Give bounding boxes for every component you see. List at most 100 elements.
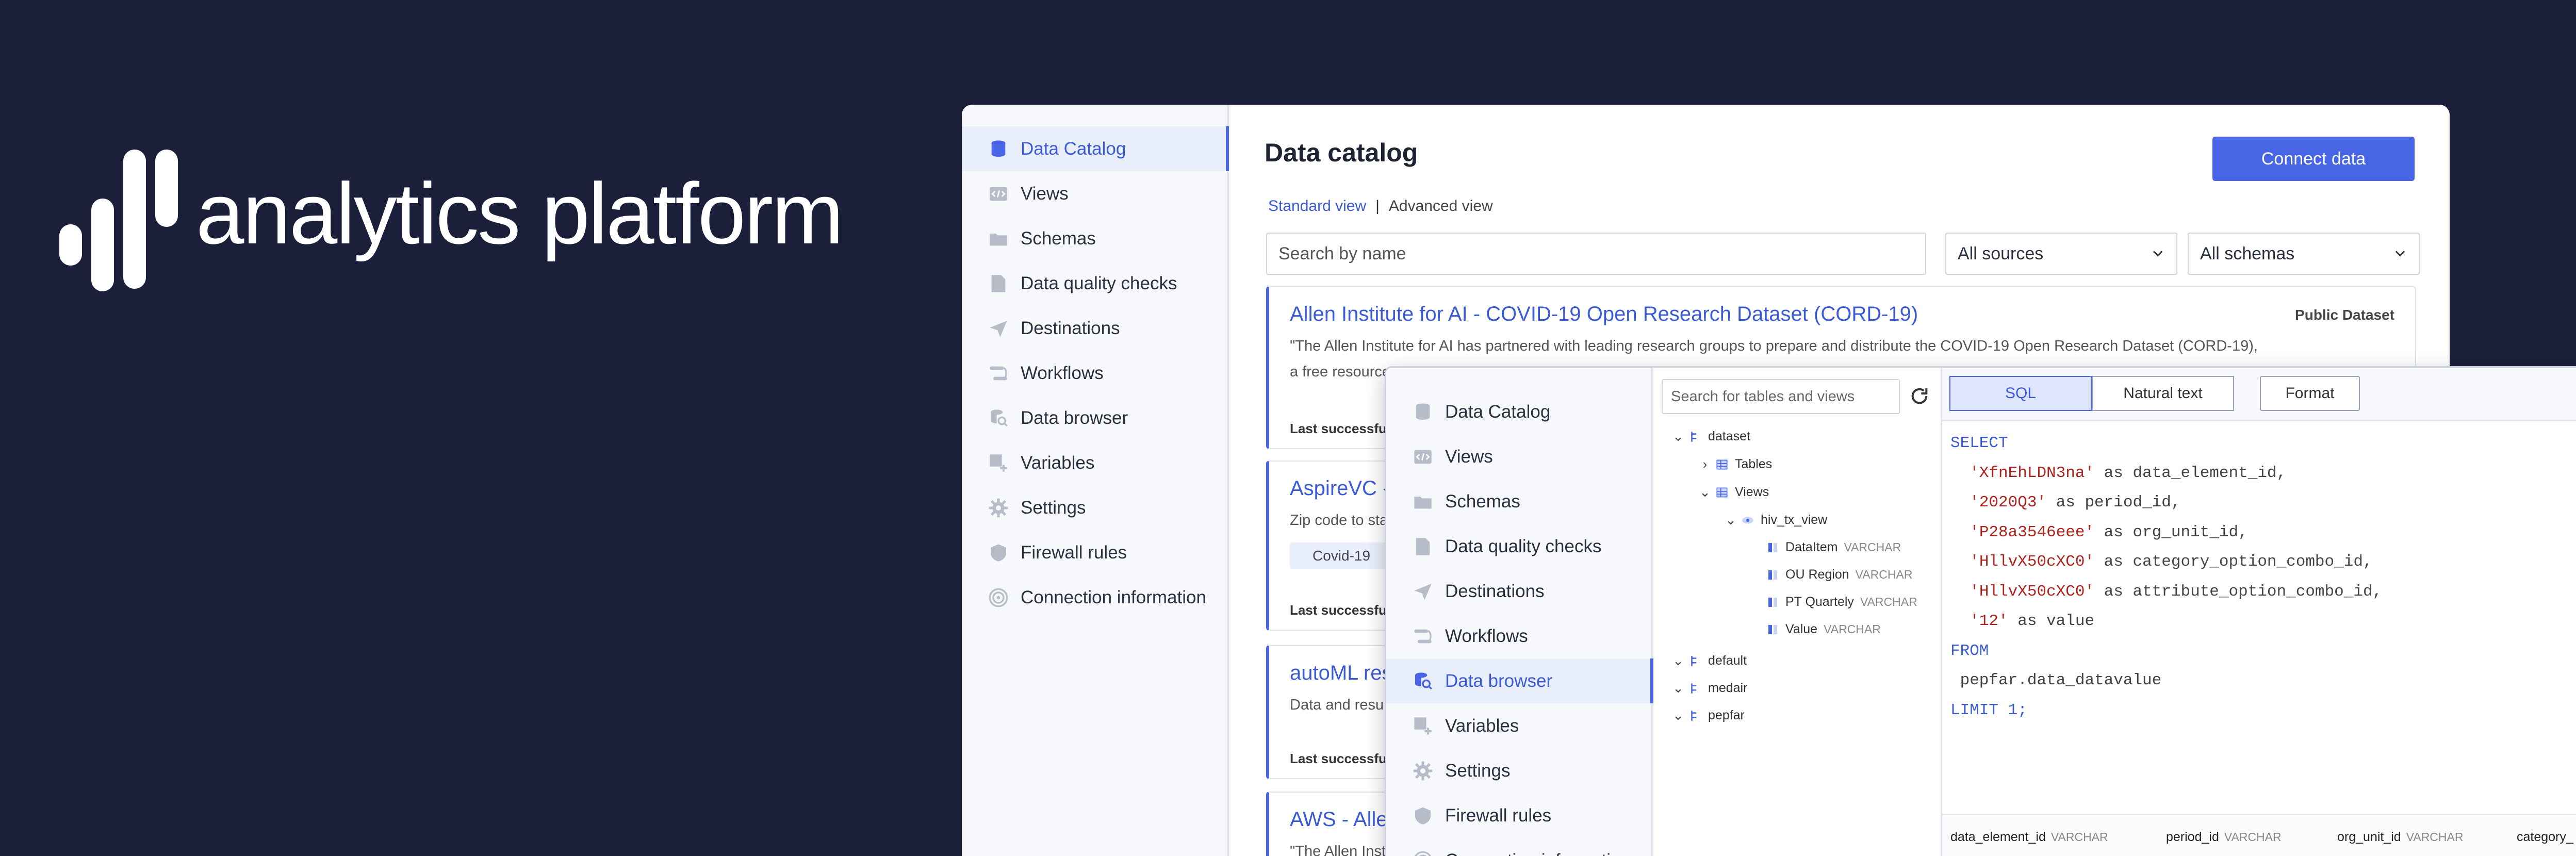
sidebar-item-data-quality[interactable]: Data quality checks — [962, 261, 1227, 306]
code-view-icon — [1412, 446, 1434, 468]
sidebar-item-data-browser[interactable]: Data browser — [1386, 659, 1653, 703]
sidebar-item-data-catalog[interactable]: Data Catalog — [962, 126, 1229, 171]
workflow-icon — [1412, 625, 1434, 647]
editor-toolbar: SQL Natural text Format — [1942, 368, 2576, 421]
sidebar-item-data-quality[interactable]: Data quality checks — [1386, 524, 1651, 569]
chevron-down-icon: ⌄ — [1725, 512, 1736, 528]
tree-node-dataset[interactable]: ⌄ dataset — [1671, 429, 1750, 445]
sidebar-item-variables[interactable]: Variables — [1386, 703, 1651, 748]
card-tag: Covid-19 — [1290, 542, 1393, 569]
sidebar-item-destinations[interactable]: Destinations — [962, 306, 1227, 351]
table-icon — [1715, 486, 1729, 499]
send-icon — [988, 318, 1009, 339]
tree-column[interactable]: PT Quartely VARCHAR — [1767, 595, 1917, 610]
sidebar-item-workflows[interactable]: Workflows — [962, 351, 1227, 396]
sql-editor-panel: SQL Natural text Format SELECT 'XfnEhLDN… — [1942, 368, 2576, 856]
folder-icon — [1412, 491, 1434, 513]
column-icon — [1767, 623, 1779, 636]
chevron-down-icon — [2153, 251, 2163, 257]
chevron-down-icon: ⌄ — [1672, 653, 1684, 668]
chevron-down-icon: ⌄ — [1672, 429, 1684, 444]
variables-icon — [1412, 715, 1434, 737]
sql-code[interactable]: SELECT 'XfnEhLDN3na' as data_element_id,… — [1950, 429, 2382, 725]
connect-data-button[interactable]: Connect data — [2212, 137, 2415, 181]
catalog-search-input[interactable]: Search by name — [1266, 233, 1926, 275]
tab-natural-text[interactable]: Natural text — [2092, 376, 2234, 411]
folder-icon — [988, 228, 1009, 250]
sidebar-item-workflows[interactable]: Workflows — [1386, 614, 1651, 659]
broadcast-icon — [1412, 850, 1434, 856]
result-column-header[interactable]: org_unit_id VARCHAR — [2337, 830, 2463, 845]
sidebar-item-destinations[interactable]: Destinations — [1386, 569, 1651, 614]
sidebar-item-views[interactable]: Views — [962, 171, 1227, 216]
data-browser-window: Data Catalog Views Schemas Data quality … — [1385, 366, 2576, 856]
sidebar-item-schemas[interactable]: Schemas — [1386, 479, 1651, 524]
main-sidebar: Data Catalog Views Schemas Data quality … — [962, 105, 1229, 856]
sidebar-item-settings[interactable]: Settings — [962, 485, 1227, 530]
schema-icon — [1688, 430, 1702, 443]
brand-name: analytics platform — [196, 164, 844, 262]
chevron-down-icon: ⌄ — [1699, 484, 1711, 500]
sidebar-item-variables[interactable]: Variables — [962, 440, 1227, 485]
database-search-icon — [988, 407, 1009, 429]
card-badge: Public Dataset — [2295, 307, 2394, 323]
sidebar-item-connection[interactable]: Connection information — [962, 575, 1227, 620]
browser-sidebar: Data Catalog Views Schemas Data quality … — [1386, 368, 1653, 856]
eye-icon — [1741, 514, 1754, 527]
document-icon — [1412, 536, 1434, 557]
chevron-down-icon: ⌄ — [1672, 680, 1684, 696]
refresh-icon[interactable] — [1909, 386, 1930, 409]
view-separator: | — [1375, 197, 1380, 215]
result-column-header[interactable]: category_ — [2517, 830, 2573, 845]
schema-icon — [1688, 682, 1702, 695]
format-button[interactable]: Format — [2260, 376, 2360, 411]
chevron-down-icon — [2395, 251, 2405, 257]
tables-search-input[interactable]: Search for tables and views — [1662, 379, 1900, 414]
result-column-header[interactable]: period_id VARCHAR — [2166, 830, 2282, 845]
card-title[interactable]: Allen Institute for AI - COVID-19 Open R… — [1290, 303, 2394, 326]
sidebar-item-settings[interactable]: Settings — [1386, 748, 1651, 793]
sidebar-item-schemas[interactable]: Schemas — [962, 216, 1227, 261]
chevron-right-icon: › — [1702, 456, 1708, 472]
card-meta: Last successful — [1290, 602, 1391, 618]
view-toggle: Standard view | Advanced view — [1268, 197, 1493, 215]
gear-icon — [1412, 760, 1434, 782]
card-meta: Last successful — [1290, 751, 1391, 766]
tree-node-tables[interactable]: › Tables — [1698, 456, 1773, 472]
sources-select[interactable]: All sources — [1945, 233, 2177, 275]
sidebar-item-firewall[interactable]: Firewall rules — [962, 530, 1227, 575]
database-icon — [988, 138, 1009, 160]
variables-icon — [988, 452, 1009, 474]
advanced-view-link[interactable]: Advanced view — [1389, 197, 1493, 215]
sidebar-item-data-browser[interactable]: Data browser — [962, 396, 1227, 440]
gear-icon — [988, 497, 1009, 519]
code-view-icon — [988, 183, 1009, 205]
sidebar-item-firewall[interactable]: Firewall rules — [1386, 793, 1651, 838]
sidebar-item-connection[interactable]: Connection information — [1386, 838, 1651, 856]
standard-view-link[interactable]: Standard view — [1268, 197, 1366, 215]
tree-column[interactable]: DataItem VARCHAR — [1767, 540, 1901, 555]
tree-node-view[interactable]: ⌄ hiv_tx_view — [1724, 512, 1827, 528]
database-icon — [1412, 401, 1434, 423]
tree-column[interactable]: Value VARCHAR — [1767, 622, 1881, 637]
schema-icon — [1688, 709, 1702, 722]
tree-column[interactable]: OU Region VARCHAR — [1767, 567, 1912, 582]
tree-node-medair[interactable]: ⌄ medair — [1671, 680, 1747, 696]
tree-node-pepfar[interactable]: ⌄ pepfar — [1671, 707, 1745, 723]
result-column-header[interactable]: data_element_id VARCHAR — [1950, 830, 2108, 845]
sidebar-item-views[interactable]: Views — [1386, 434, 1651, 479]
analytics-logo-icon — [59, 150, 178, 291]
document-icon — [988, 273, 1009, 294]
card-meta: Last successful — [1290, 421, 1391, 436]
broadcast-icon — [988, 587, 1009, 608]
chevron-down-icon: ⌄ — [1672, 707, 1684, 723]
tab-sql[interactable]: SQL — [1949, 376, 2092, 411]
schemas-select[interactable]: All schemas — [2188, 233, 2420, 275]
tree-node-views[interactable]: ⌄ Views — [1698, 484, 1769, 500]
results-header: data_element_id VARCHAR period_id VARCHAR … — [1942, 814, 2576, 856]
sidebar-item-data-catalog[interactable]: Data Catalog — [1386, 389, 1651, 434]
shield-icon — [1412, 805, 1434, 827]
tree-node-default[interactable]: ⌄ default — [1671, 653, 1747, 669]
schema-icon — [1688, 654, 1702, 668]
database-search-icon — [1412, 670, 1434, 692]
